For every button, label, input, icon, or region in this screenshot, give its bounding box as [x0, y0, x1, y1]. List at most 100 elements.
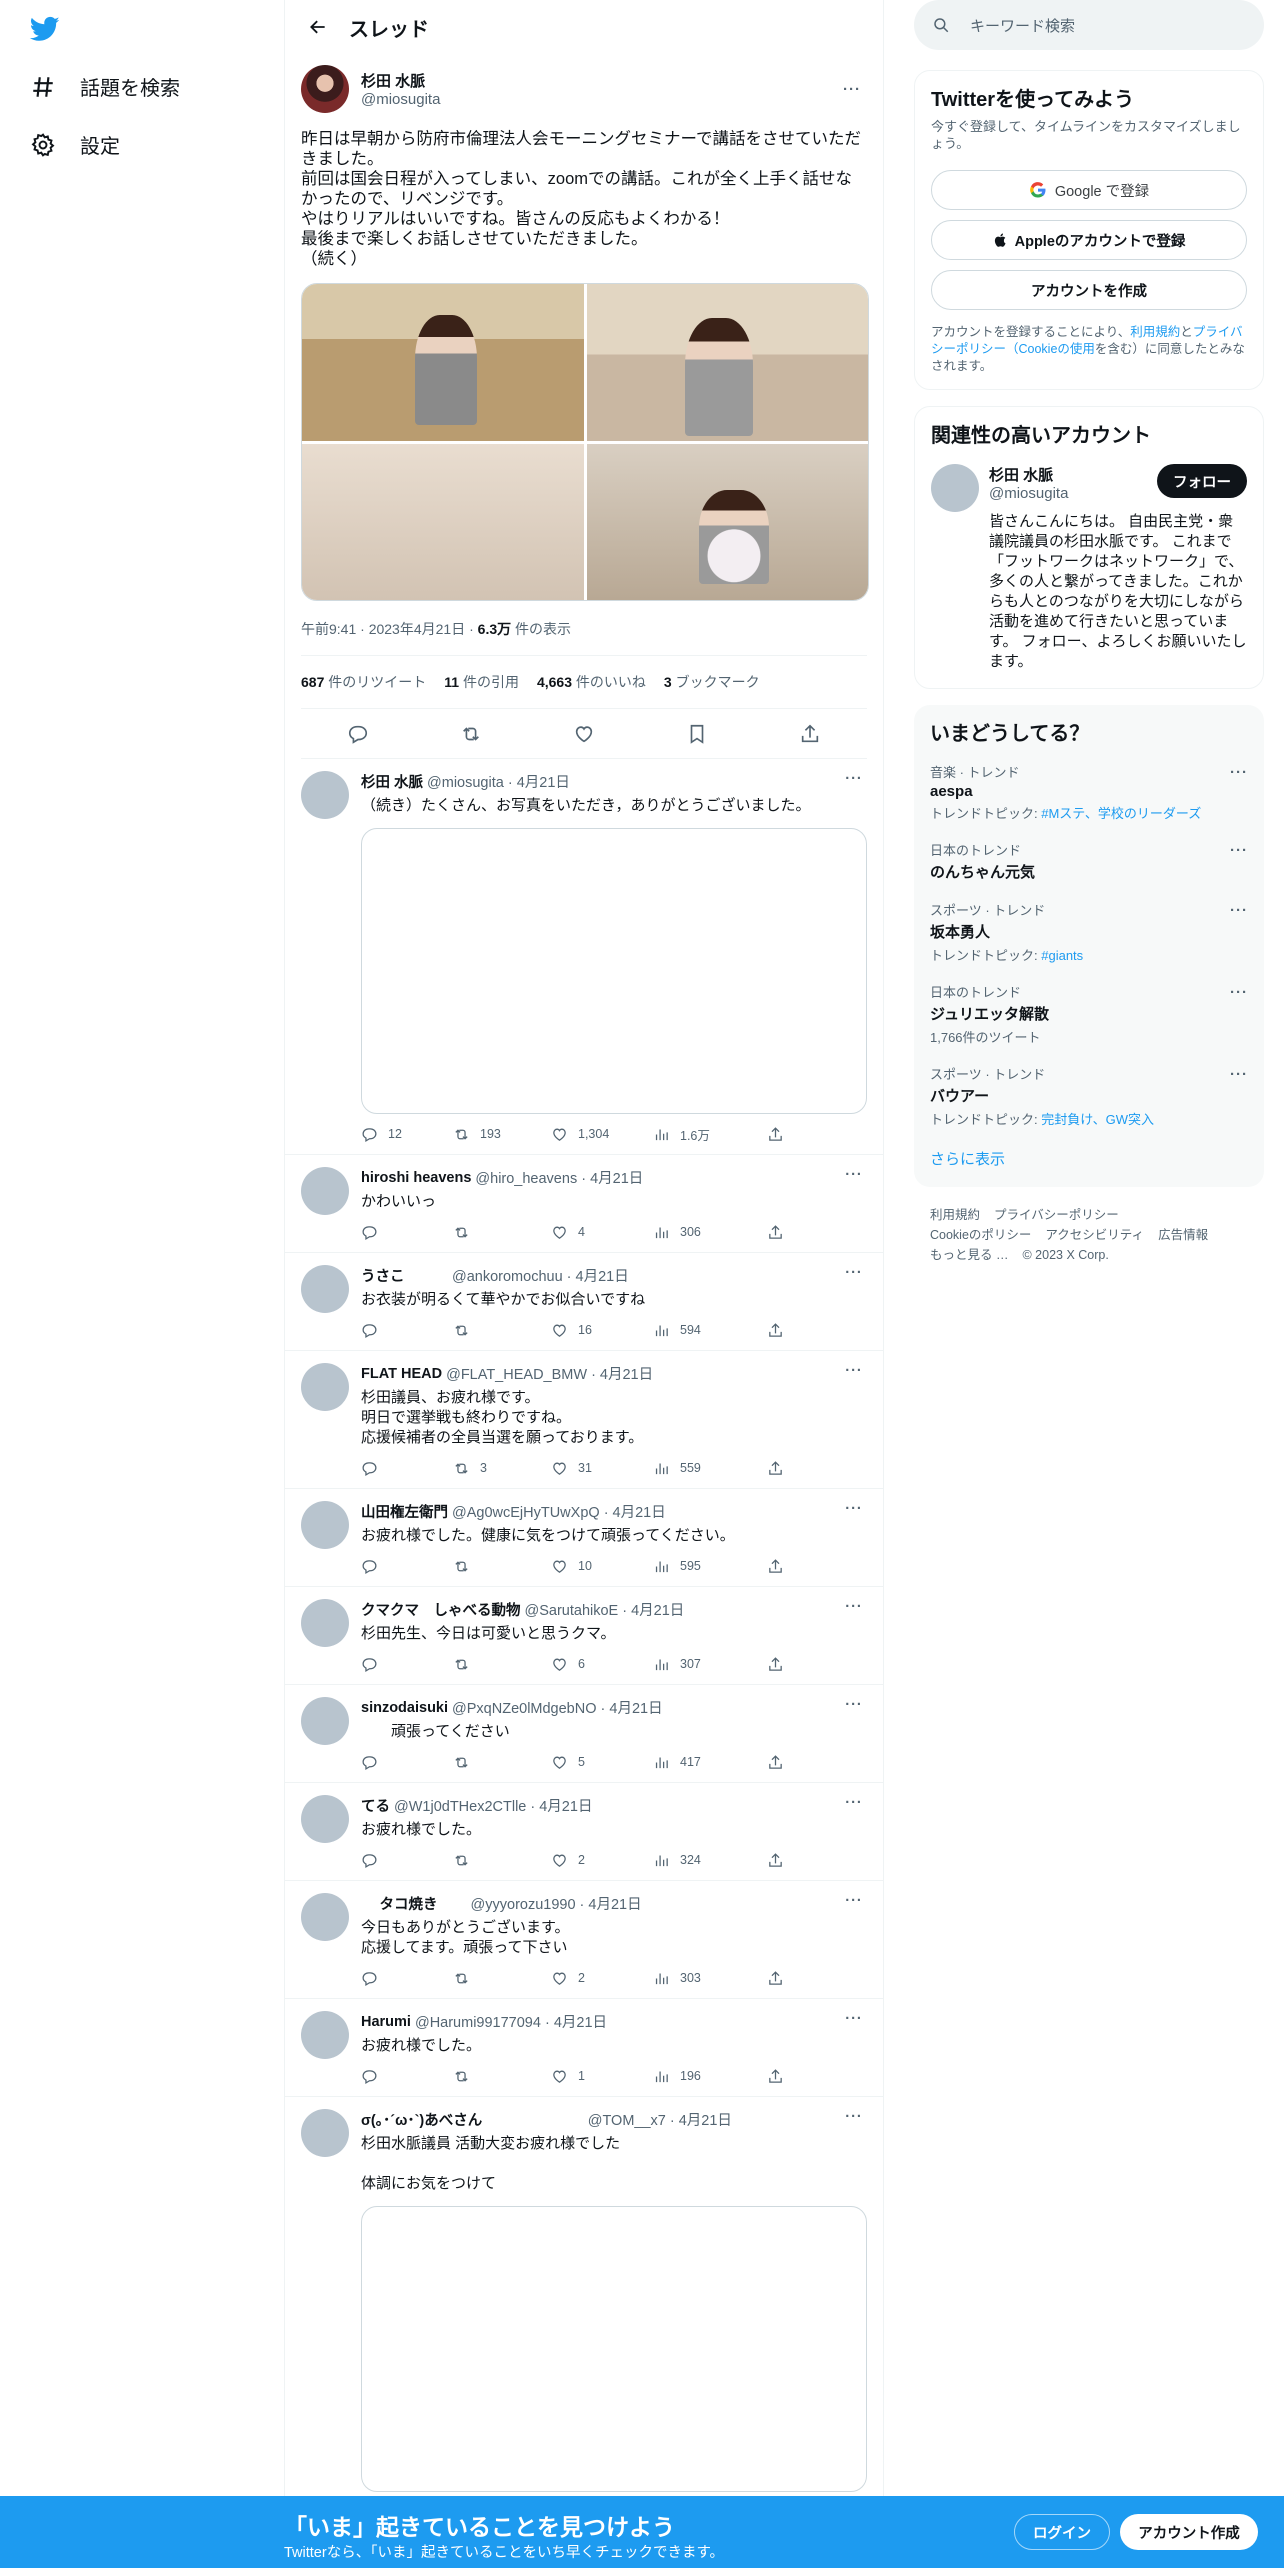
- author-handle[interactable]: @miosugita: [361, 91, 837, 108]
- reply-author-name[interactable]: 山田権左衛門: [361, 1501, 448, 1522]
- reply-author-handle[interactable]: @FLAT_HEAD_BMW · 4月21日: [446, 1363, 653, 1384]
- reply-author-name[interactable]: FLAT HEAD: [361, 1366, 442, 1382]
- avatar[interactable]: [301, 1265, 349, 1313]
- more-options-icon[interactable]: ···: [839, 1597, 869, 1617]
- reply-author-handle[interactable]: @yyyorozu1990 · 4月21日: [442, 1893, 642, 1914]
- follow-button[interactable]: フォロー: [1157, 464, 1247, 498]
- login-button[interactable]: ログイン: [1014, 2514, 1110, 2550]
- share-button[interactable]: [767, 1656, 784, 1673]
- more-options-icon[interactable]: ···: [1224, 982, 1254, 1002]
- reply-media[interactable]: [361, 828, 867, 1114]
- like-button[interactable]: 31: [551, 1460, 653, 1477]
- retweets-stat[interactable]: 687 件のリツイート: [301, 672, 426, 692]
- reply-button[interactable]: [361, 1322, 453, 1339]
- reply-tweet[interactable]: 杉田 水脈 @miosugita · 4月21日 ··· （続き）たくさん、お写真をい…: [285, 759, 883, 1155]
- avatar[interactable]: [301, 65, 349, 113]
- show-more-link[interactable]: さらに表示: [914, 1136, 1264, 1187]
- reply-author-handle[interactable]: @PxqNZe0lMdgebNO · 4月21日: [452, 1697, 663, 1718]
- retweet-button[interactable]: [453, 1852, 551, 1869]
- retweet-button[interactable]: 3: [453, 1460, 551, 1477]
- views-button[interactable]: 559: [653, 1460, 767, 1477]
- like-icon[interactable]: [573, 723, 595, 745]
- more-options-icon[interactable]: ···: [1224, 762, 1254, 782]
- author-name[interactable]: 杉田 水脈: [361, 70, 837, 91]
- more-options-icon[interactable]: ···: [839, 2107, 869, 2127]
- retweet-button[interactable]: [453, 1224, 551, 1241]
- reply-button[interactable]: [361, 2068, 453, 2085]
- like-button[interactable]: 5: [551, 1754, 653, 1771]
- google-signup-button[interactable]: Google で登録: [931, 170, 1247, 210]
- like-button[interactable]: 2: [551, 1970, 653, 1987]
- more-options-icon[interactable]: ···: [1224, 900, 1254, 920]
- reply-author-handle[interactable]: @Harumi99177094 · 4月21日: [415, 2011, 607, 2032]
- views-button[interactable]: 306: [653, 1224, 767, 1241]
- reply-author-handle[interactable]: @Ag0wcEjHyTUwXpQ · 4月21日: [452, 1501, 666, 1522]
- reply-media[interactable]: [361, 2206, 867, 2492]
- more-options-icon[interactable]: ···: [839, 1263, 869, 1283]
- trend-item[interactable]: 日本のトレンド のんちゃん元気 ···: [914, 830, 1264, 890]
- share-button[interactable]: [767, 1970, 784, 1987]
- signup-button[interactable]: アカウント作成: [1120, 2514, 1258, 2550]
- views-button[interactable]: 307: [653, 1656, 767, 1673]
- trend-topic-link[interactable]: #giants: [1041, 948, 1083, 963]
- reply-button[interactable]: [361, 1224, 453, 1241]
- reply-author-name[interactable]: hiroshi heavens: [361, 1170, 471, 1186]
- photo-1[interactable]: [302, 284, 584, 441]
- reply-author-name[interactable]: σ(｡･´ω･`)あべさん: [361, 2109, 482, 2130]
- quotes-stat[interactable]: 11 件の引用: [444, 672, 519, 692]
- more-options-icon[interactable]: ···: [839, 1165, 869, 1185]
- related-handle[interactable]: @miosugita: [989, 485, 1068, 502]
- avatar[interactable]: [301, 1697, 349, 1745]
- tweet-date[interactable]: 2023年4月21日: [369, 621, 466, 637]
- reply-author-name[interactable]: 杉田 水脈: [361, 771, 423, 792]
- retweet-button[interactable]: [453, 1754, 551, 1771]
- reply-author-name[interactable]: Harumi: [361, 2014, 411, 2030]
- reply-tweet[interactable]: クマクマ しゃべる動物 @SarutahikoE · 4月21日 ··· 杉田先生、今…: [285, 1587, 883, 1685]
- like-button[interactable]: 1: [551, 2068, 653, 2085]
- avatar[interactable]: [301, 771, 349, 819]
- avatar[interactable]: [301, 1893, 349, 1941]
- share-button[interactable]: [767, 2068, 784, 2085]
- like-button[interactable]: 1,304: [551, 1126, 653, 1143]
- reply-author-handle[interactable]: @TOM__x7 · 4月21日: [486, 2109, 732, 2130]
- reply-tweet[interactable]: うさこ @ankoromochuu · 4月21日 ··· お衣装が明るくて華やかで…: [285, 1253, 883, 1351]
- reply-author-handle[interactable]: @W1j0dTHex2CTlle · 4月21日: [394, 1795, 592, 1816]
- views-button[interactable]: 417: [653, 1754, 767, 1771]
- footer-link[interactable]: 広告情報: [1158, 1228, 1208, 1242]
- retweet-button[interactable]: [453, 1970, 551, 1987]
- more-options-icon[interactable]: ···: [839, 769, 869, 789]
- create-account-button[interactable]: アカウントを作成: [931, 270, 1247, 310]
- more-options-icon[interactable]: ···: [839, 1361, 869, 1381]
- back-button[interactable]: [301, 10, 335, 44]
- avatar[interactable]: [301, 1795, 349, 1843]
- share-button[interactable]: [767, 1754, 784, 1771]
- share-button[interactable]: [767, 1558, 784, 1575]
- retweet-button[interactable]: 193: [453, 1126, 551, 1143]
- apple-signup-button[interactable]: Appleのアカウントで登録: [931, 220, 1247, 260]
- like-button[interactable]: 6: [551, 1656, 653, 1673]
- reply-tweet[interactable]: タコ焼き @yyyorozu1990 · 4月21日 ··· 今日もありがとうござい…: [285, 1881, 883, 1999]
- views-button[interactable]: 594: [653, 1322, 767, 1339]
- like-button[interactable]: 4: [551, 1224, 653, 1241]
- more-options-icon[interactable]: ···: [839, 1695, 869, 1715]
- views-button[interactable]: 303: [653, 1970, 767, 1987]
- footer-link[interactable]: 利用規約: [930, 1208, 980, 1222]
- like-button[interactable]: 2: [551, 1852, 653, 1869]
- photo-2[interactable]: [586, 284, 868, 441]
- reply-tweet[interactable]: Harumi @Harumi99177094 · 4月21日 ··· お疲れ様でした。…: [285, 1999, 883, 2097]
- more-options-icon[interactable]: ···: [839, 1793, 869, 1813]
- avatar[interactable]: [301, 2109, 349, 2157]
- avatar[interactable]: [931, 464, 979, 512]
- more-options-icon[interactable]: ···: [837, 79, 867, 99]
- reply-tweet[interactable]: 山田権左衛門 @Ag0wcEjHyTUwXpQ · 4月21日 ··· お疲れ様でした…: [285, 1489, 883, 1587]
- reply-author-name[interactable]: クマクマ しゃべる動物: [361, 1599, 521, 1620]
- trend-topic-link[interactable]: #Mステ、学校のリーダーズ: [1041, 806, 1201, 821]
- avatar[interactable]: [301, 1599, 349, 1647]
- reply-button[interactable]: [361, 1460, 453, 1477]
- trend-item[interactable]: 日本のトレンド ジュリエッタ解散 ··· 1,766件のツイート: [914, 972, 1264, 1054]
- tweet-time[interactable]: 午前9:41: [301, 621, 356, 637]
- avatar[interactable]: [301, 1363, 349, 1411]
- reply-author-handle[interactable]: @miosugita · 4月21日: [427, 771, 570, 792]
- retweet-button[interactable]: [453, 1322, 551, 1339]
- trend-item[interactable]: スポーツ · トレンド バウアー ··· トレンドトピック: 完封負け、GW突入: [914, 1054, 1264, 1136]
